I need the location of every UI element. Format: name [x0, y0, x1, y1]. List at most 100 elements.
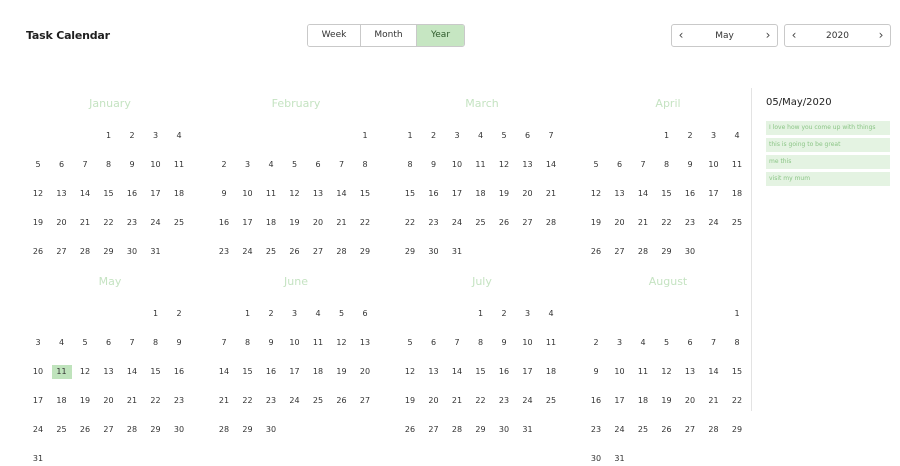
- day-cell[interactable]: 20: [52, 216, 72, 230]
- day-cell[interactable]: 20: [99, 394, 119, 408]
- day-cell[interactable]: 19: [75, 394, 95, 408]
- day-cell[interactable]: 24: [518, 394, 538, 408]
- day-cell[interactable]: 5: [494, 129, 514, 143]
- day-cell[interactable]: 25: [169, 216, 189, 230]
- day-cell[interactable]: 3: [704, 129, 724, 143]
- chevron-right-icon[interactable]: ›: [872, 25, 890, 46]
- day-cell[interactable]: 22: [99, 216, 119, 230]
- day-cell[interactable]: 11: [471, 158, 491, 172]
- day-cell[interactable]: 24: [238, 245, 258, 259]
- day-cell[interactable]: 10: [610, 365, 630, 379]
- day-cell[interactable]: 26: [494, 216, 514, 230]
- day-cell[interactable]: 28: [122, 423, 142, 437]
- day-cell[interactable]: 10: [146, 158, 166, 172]
- day-cell[interactable]: 9: [122, 158, 142, 172]
- day-cell[interactable]: 25: [727, 216, 747, 230]
- day-cell[interactable]: 18: [633, 394, 653, 408]
- day-cell[interactable]: 23: [122, 216, 142, 230]
- day-cell[interactable]: 16: [261, 365, 281, 379]
- day-cell[interactable]: 3: [146, 129, 166, 143]
- day-cell[interactable]: 2: [261, 307, 281, 321]
- day-cell[interactable]: 1: [146, 307, 166, 321]
- day-cell[interactable]: 23: [586, 423, 606, 437]
- day-cell[interactable]: 2: [424, 129, 444, 143]
- day-cell[interactable]: 21: [704, 394, 724, 408]
- day-cell[interactable]: 14: [704, 365, 724, 379]
- day-cell[interactable]: 26: [332, 394, 352, 408]
- day-cell[interactable]: 7: [214, 336, 234, 350]
- day-cell[interactable]: 31: [146, 245, 166, 259]
- day-cell[interactable]: 29: [471, 423, 491, 437]
- day-cell[interactable]: 27: [680, 423, 700, 437]
- day-cell[interactable]: 16: [424, 187, 444, 201]
- day-cell[interactable]: 10: [518, 336, 538, 350]
- day-cell[interactable]: 23: [261, 394, 281, 408]
- day-cell[interactable]: 28: [541, 216, 561, 230]
- day-cell[interactable]: 21: [214, 394, 234, 408]
- day-cell[interactable]: 14: [214, 365, 234, 379]
- day-cell[interactable]: 27: [52, 245, 72, 259]
- day-cell[interactable]: 18: [727, 187, 747, 201]
- day-cell[interactable]: 10: [704, 158, 724, 172]
- day-cell[interactable]: 22: [146, 394, 166, 408]
- day-cell[interactable]: 17: [28, 394, 48, 408]
- day-cell[interactable]: 17: [610, 394, 630, 408]
- day-cell[interactable]: 15: [99, 187, 119, 201]
- task-item[interactable]: I love how you come up with things: [766, 121, 890, 135]
- day-cell[interactable]: 19: [657, 394, 677, 408]
- day-cell[interactable]: 10: [285, 336, 305, 350]
- day-cell[interactable]: 9: [169, 336, 189, 350]
- day-cell[interactable]: 2: [122, 129, 142, 143]
- day-cell[interactable]: 29: [355, 245, 375, 259]
- day-cell[interactable]: 18: [52, 394, 72, 408]
- day-cell[interactable]: 12: [494, 158, 514, 172]
- day-cell[interactable]: 25: [52, 423, 72, 437]
- day-cell[interactable]: 16: [494, 365, 514, 379]
- day-cell[interactable]: 20: [355, 365, 375, 379]
- day-cell[interactable]: 16: [169, 365, 189, 379]
- day-cell[interactable]: 23: [214, 245, 234, 259]
- day-cell[interactable]: 5: [400, 336, 420, 350]
- day-cell[interactable]: 5: [586, 158, 606, 172]
- task-item[interactable]: this is going to be great: [766, 138, 890, 152]
- day-cell[interactable]: 9: [586, 365, 606, 379]
- day-cell[interactable]: 26: [657, 423, 677, 437]
- day-cell[interactable]: 4: [261, 158, 281, 172]
- day-cell[interactable]: 20: [610, 216, 630, 230]
- day-cell[interactable]: 19: [400, 394, 420, 408]
- day-cell[interactable]: 28: [214, 423, 234, 437]
- day-cell[interactable]: 20: [680, 394, 700, 408]
- year-view-button[interactable]: Year: [417, 25, 464, 46]
- day-cell[interactable]: 15: [727, 365, 747, 379]
- day-cell[interactable]: 26: [75, 423, 95, 437]
- day-cell[interactable]: 20: [308, 216, 328, 230]
- day-cell[interactable]: 13: [99, 365, 119, 379]
- day-cell[interactable]: 22: [400, 216, 420, 230]
- day-cell[interactable]: 8: [99, 158, 119, 172]
- day-cell[interactable]: 3: [285, 307, 305, 321]
- month-title[interactable]: January: [20, 92, 200, 116]
- week-view-button[interactable]: Week: [308, 25, 361, 46]
- day-cell[interactable]: 1: [355, 129, 375, 143]
- day-cell[interactable]: 16: [214, 216, 234, 230]
- day-cell[interactable]: 6: [424, 336, 444, 350]
- day-cell[interactable]: 7: [633, 158, 653, 172]
- day-cell[interactable]: 23: [494, 394, 514, 408]
- day-cell[interactable]: 4: [52, 336, 72, 350]
- task-item[interactable]: me this: [766, 155, 890, 169]
- day-cell[interactable]: 6: [99, 336, 119, 350]
- day-cell[interactable]: 12: [332, 336, 352, 350]
- day-cell[interactable]: 11: [633, 365, 653, 379]
- day-cell[interactable]: 13: [308, 187, 328, 201]
- day-cell[interactable]: 20: [518, 187, 538, 201]
- day-cell[interactable]: 1: [657, 129, 677, 143]
- day-cell[interactable]: 2: [214, 158, 234, 172]
- day-cell[interactable]: 21: [541, 187, 561, 201]
- day-cell[interactable]: 2: [169, 307, 189, 321]
- day-cell[interactable]: 30: [261, 423, 281, 437]
- day-cell[interactable]: 19: [332, 365, 352, 379]
- month-view-button[interactable]: Month: [361, 25, 417, 46]
- day-cell[interactable]: 24: [285, 394, 305, 408]
- day-cell[interactable]: 9: [680, 158, 700, 172]
- day-cell[interactable]: 13: [610, 187, 630, 201]
